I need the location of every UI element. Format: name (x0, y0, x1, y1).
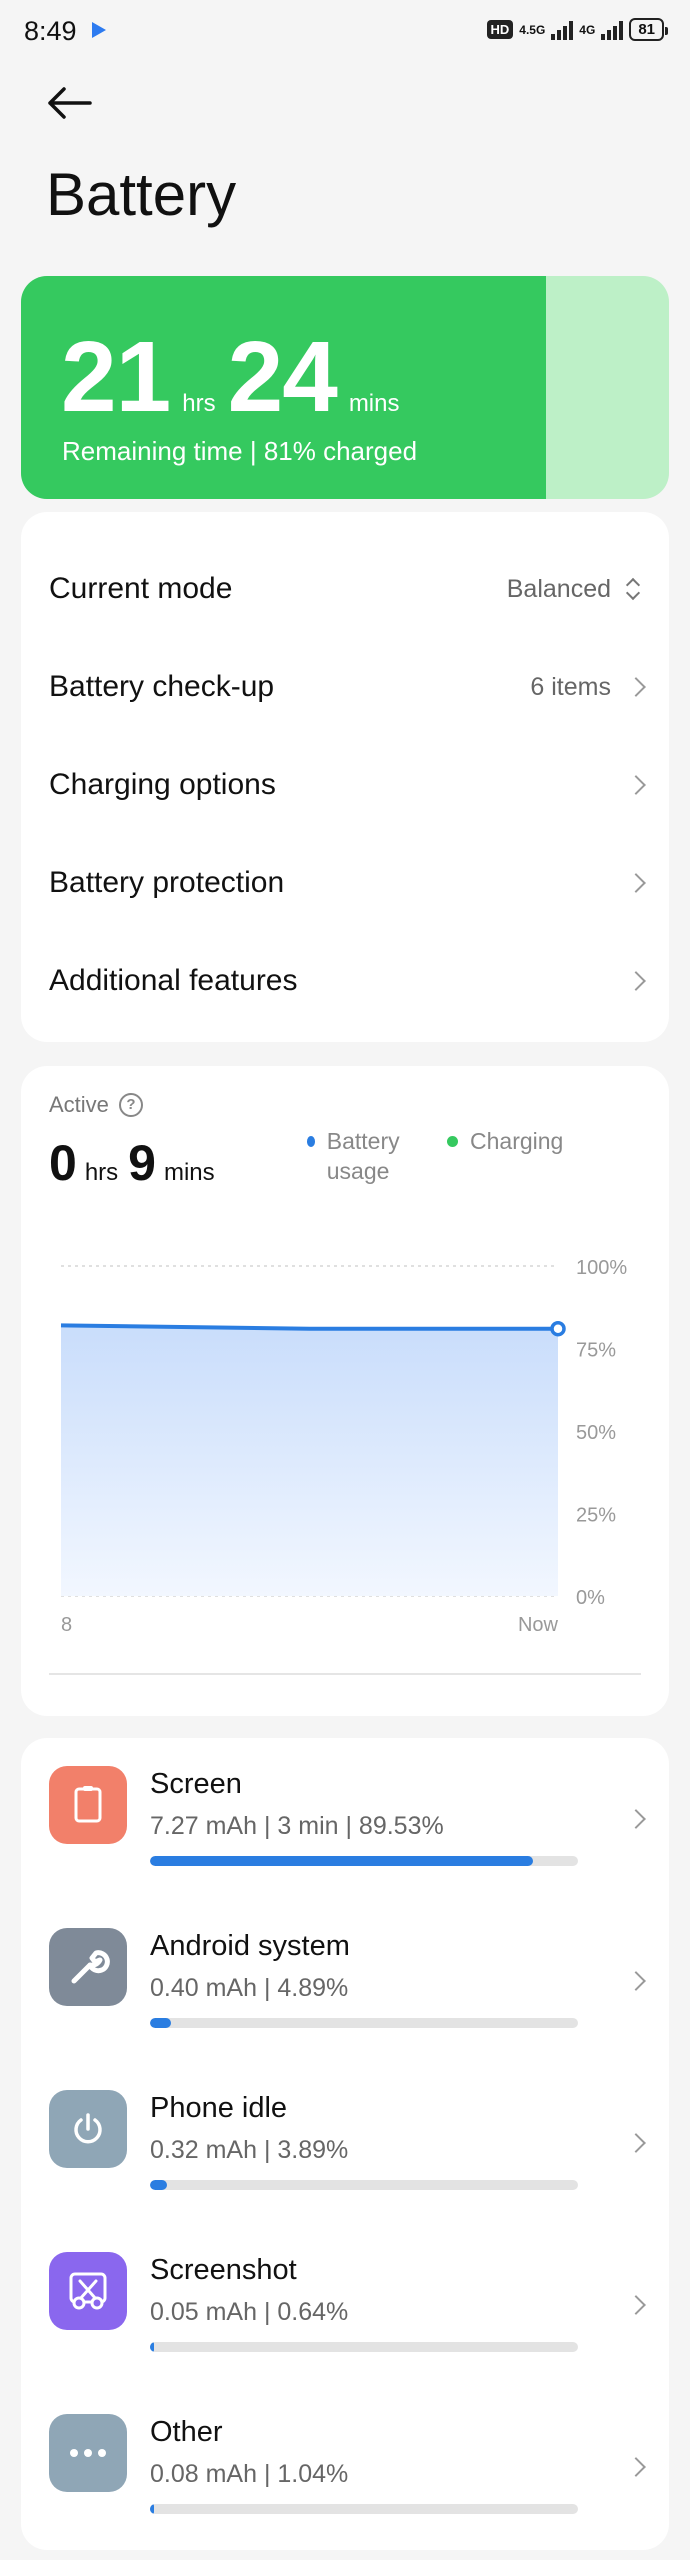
app-stats: 7.27 mAh | 3 min | 89.53% (150, 1812, 444, 1840)
battery-icon: 81 (629, 18, 668, 41)
y-tick-label: 100% (576, 1257, 627, 1279)
remaining-time: 21 hrs 24 mins (61, 320, 411, 435)
y-tick-label: 0% (576, 1587, 605, 1609)
status-time: 8:49 (24, 16, 77, 46)
remaining-minutes: 24 (227, 321, 338, 433)
menu-label: Additional features (49, 964, 298, 997)
settings-card: Current mode Balanced Battery check-up 6… (21, 512, 669, 1042)
checkup-count: 6 items (530, 672, 611, 701)
usage-chart-card: Active ? 0 hrs 9 mins Battery usage Char… (21, 1066, 669, 1716)
signal-icon (601, 20, 624, 40)
additional-features-row[interactable]: Additional features (21, 932, 669, 1030)
app-stats: 0.05 mAh | 0.64% (150, 2298, 349, 2326)
hours-unit: hrs (182, 390, 216, 417)
usage-bar-fill (150, 2342, 155, 2352)
status-indicators: HD 4.5G 4G 81 (486, 18, 668, 41)
menu-label: Battery protection (49, 866, 285, 899)
app-name: Android system (150, 1930, 350, 1962)
divider (49, 1673, 641, 1675)
menu-label: Battery check-up (49, 670, 275, 703)
chevron-right-icon (626, 677, 646, 697)
menu-label: Current mode (49, 572, 233, 605)
charging-options-row[interactable]: Charging options (21, 736, 669, 834)
current-point (550, 1320, 566, 1337)
usage-area (61, 1325, 558, 1596)
usage-bar-fill (150, 2018, 171, 2028)
x-tick-label: Now (518, 1614, 559, 1636)
chevron-right-icon (626, 1809, 646, 1829)
battery-remaining-card: 21 hrs 24 mins Remaining time | 81% char… (21, 276, 669, 499)
usage-line (60, 1323, 558, 1331)
minutes-unit: mins (348, 390, 400, 417)
chevron-right-icon (626, 2457, 646, 2477)
chevron-right-icon (626, 2133, 646, 2153)
chevron-right-icon (626, 2295, 646, 2315)
battery-checkup-row[interactable]: Battery check-up 6 items (21, 638, 669, 736)
power-icon (49, 2090, 127, 2168)
usage-bar (150, 2180, 578, 2190)
app-stats: 0.08 mAh | 1.04% (150, 2460, 349, 2488)
usage-bar (150, 2018, 578, 2028)
wrench-icon (49, 1928, 127, 2006)
remaining-hours: 21 (61, 321, 171, 433)
app-usage-card: Screen 7.27 mAh | 3 min | 89.53% Android… (21, 1738, 669, 2550)
network-type-2: 4G (579, 22, 596, 37)
x-tick-label: 8 (61, 1614, 72, 1636)
up-down-icon (625, 577, 639, 601)
y-tick-label: 75% (576, 1340, 616, 1362)
chevron-right-icon (626, 873, 646, 893)
arrow-left-icon[interactable] (46, 86, 94, 120)
y-tick-label: 25% (576, 1505, 616, 1527)
app-row-phone-idle[interactable]: Phone idle 0.32 mAh | 3.89% (21, 2062, 669, 2224)
usage-bar-fill (150, 2180, 167, 2190)
app-row-android-system[interactable]: Android system 0.40 mAh | 4.89% (21, 1900, 669, 2062)
play-store-icon (92, 22, 106, 38)
hd-voice-icon: HD (486, 20, 514, 39)
battery-protection-row[interactable]: Battery protection (21, 834, 669, 932)
app-stats: 0.32 mAh | 3.89% (150, 2136, 349, 2164)
usage-bar-fill (150, 1856, 534, 1866)
scissors-icon (49, 2252, 127, 2330)
status-bar: 8:49 HD 4.5G 4G 81 (0, 0, 690, 64)
app-name: Other (150, 2416, 223, 2448)
menu-label: Charging options (49, 768, 276, 801)
phone-screen-icon (49, 1766, 127, 1844)
current-mode-row[interactable]: Current mode Balanced (21, 540, 669, 638)
app-stats: 0.40 mAh | 4.89% (150, 1974, 349, 2002)
app-name: Phone idle (150, 2092, 288, 2124)
app-row-screen[interactable]: Screen 7.27 mAh | 3 min | 89.53% (21, 1738, 669, 1900)
chevron-right-icon (626, 971, 646, 991)
app-row-screenshot[interactable]: Screenshot 0.05 mAh | 0.64% (21, 2224, 669, 2386)
chevron-right-icon (626, 1971, 646, 1991)
app-name: Screen (150, 1768, 242, 1800)
usage-bar (150, 1856, 578, 1866)
app-name: Screenshot (150, 2254, 297, 2286)
remaining-subtitle: Remaining time | 81% charged (62, 436, 418, 466)
usage-bar-fill (150, 2504, 155, 2514)
network-type-1: 4.5G (519, 22, 546, 37)
signal-icon (551, 20, 574, 40)
app-row-other[interactable]: Other 0.08 mAh | 1.04% (21, 2386, 669, 2548)
page-title: Battery (46, 161, 237, 228)
chevron-right-icon (626, 775, 646, 795)
more-dots-icon (49, 2414, 127, 2492)
usage-bar (150, 2342, 578, 2352)
current-mode-value: Balanced (506, 574, 611, 603)
usage-bar (150, 2504, 578, 2514)
y-tick-label: 50% (576, 1422, 616, 1444)
battery-usage-chart[interactable]: 100% 75% 50% 25% 0% 8 Now (21, 1066, 669, 1666)
